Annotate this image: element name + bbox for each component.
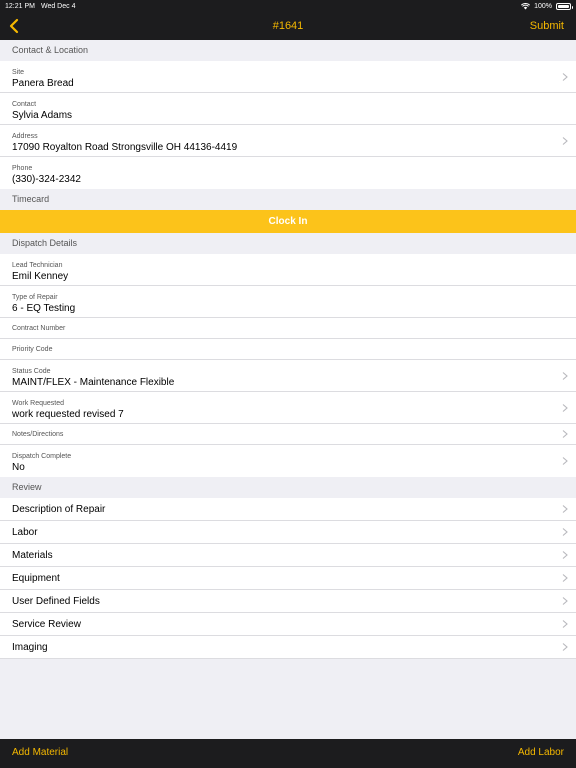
notes-directions-label: Notes/Directions [12,431,64,438]
contact-row: Contact Sylvia Adams [0,93,576,125]
review-item-label: Materials [12,550,53,561]
review-item-label: Labor [12,527,38,538]
dispatch-complete-value: No [12,462,25,473]
review-item-label: Service Review [12,619,81,630]
review-item-label: User Defined Fields [12,596,100,607]
phone-row[interactable]: Phone (330)-324-2342 [0,157,576,189]
work-requested-value: work requested revised 7 [12,409,124,420]
battery-percent: 100% [534,2,552,10]
repair-type-value: 6 - EQ Testing [12,303,76,314]
dispatch-complete-label: Dispatch Complete [12,453,72,460]
priority-code-row: Priority Code [0,339,576,360]
section-header-timecard: Timecard [0,189,576,210]
site-value: Panera Bread [12,78,74,89]
site-row[interactable]: Site Panera Bread [0,61,576,93]
add-labor-button[interactable]: Add Labor [518,747,564,758]
chevron-right-icon [562,430,568,438]
chevron-right-icon [562,643,568,651]
review-item-equipment[interactable]: Equipment [0,567,576,590]
status-bar: 12:21 PM Wed Dec 4 100% [0,0,576,12]
notes-directions-row[interactable]: Notes/Directions [0,424,576,445]
repair-type-row: Type of Repair 6 - EQ Testing [0,286,576,318]
contract-number-row: Contract Number [0,318,576,339]
review-item-description-of-repair[interactable]: Description of Repair [0,498,576,521]
lead-technician-label: Lead Technician [12,262,63,269]
section-header-dispatch: Dispatch Details [0,233,576,254]
review-item-label: Description of Repair [12,504,106,515]
phone-value: (330)-324-2342 [12,174,81,185]
chevron-right-icon [562,574,568,582]
add-material-button[interactable]: Add Material [12,747,68,758]
submit-button[interactable]: Submit [530,12,564,40]
battery-icon [556,2,573,10]
chevron-right-icon [562,528,568,536]
dispatch-complete-row[interactable]: Dispatch Complete No [0,445,576,477]
chevron-right-icon [562,597,568,605]
review-item-imaging[interactable]: Imaging [0,636,576,659]
chevron-right-icon [562,136,568,145]
review-item-label: Imaging [12,642,48,653]
work-requested-label: Work Requested [12,400,65,407]
work-requested-row[interactable]: Work Requested work requested revised 7 [0,392,576,424]
review-item-labor[interactable]: Labor [0,521,576,544]
chevron-right-icon [562,620,568,628]
lead-technician-row: Lead Technician Emil Kenney [0,254,576,286]
review-item-service-review[interactable]: Service Review [0,613,576,636]
chevron-right-icon [562,505,568,513]
dispatch-group: Lead Technician Emil Kenney Type of Repa… [0,254,576,477]
repair-type-label: Type of Repair [12,294,58,301]
page-title: #1641 [272,20,304,32]
wifi-icon [521,2,531,9]
section-header-review: Review [0,477,576,498]
status-date: Wed Dec 4 [40,2,76,10]
contact-value: Sylvia Adams [12,110,73,121]
contact-group: Site Panera Bread Contact Sylvia Adams A… [0,61,576,189]
status-code-value: MAINT/FLEX - Maintenance Flexible [12,377,175,388]
phone-label: Phone [12,165,33,172]
nav-bar: #1641 Submit [0,12,576,40]
bottom-toolbar: Add Material Add Labor [0,739,576,768]
status-right: 100% [521,2,573,10]
review-item-materials[interactable]: Materials [0,544,576,567]
chevron-right-icon [562,72,568,81]
address-row[interactable]: Address 17090 Royalton Road Strongsville… [0,125,576,157]
lead-technician-value: Emil Kenney [12,271,69,282]
status-code-label: Status Code [12,368,51,375]
chevron-right-icon [562,371,568,380]
review-item-user-defined-fields[interactable]: User Defined Fields [0,590,576,613]
chevron-right-icon [562,403,568,412]
status-time: 12:21 PM [5,2,35,10]
site-label: Site [12,69,25,76]
priority-code-label: Priority Code [12,346,53,353]
status-code-row[interactable]: Status Code MAINT/FLEX - Maintenance Fle… [0,360,576,392]
chevron-left-icon[interactable] [8,18,22,34]
chevron-right-icon [562,551,568,559]
chevron-right-icon [562,457,568,465]
contract-number-label: Contract Number [12,325,66,332]
address-value: 17090 Royalton Road Strongsville OH 4413… [12,142,238,153]
review-item-label: Equipment [12,573,60,584]
clock-in-button[interactable]: Clock In [0,210,576,233]
contact-label: Contact [12,101,37,108]
review-group: Description of Repair Labor Materials Eq… [0,498,576,659]
section-header-contact: Contact & Location [0,40,576,61]
address-label: Address [12,133,38,140]
